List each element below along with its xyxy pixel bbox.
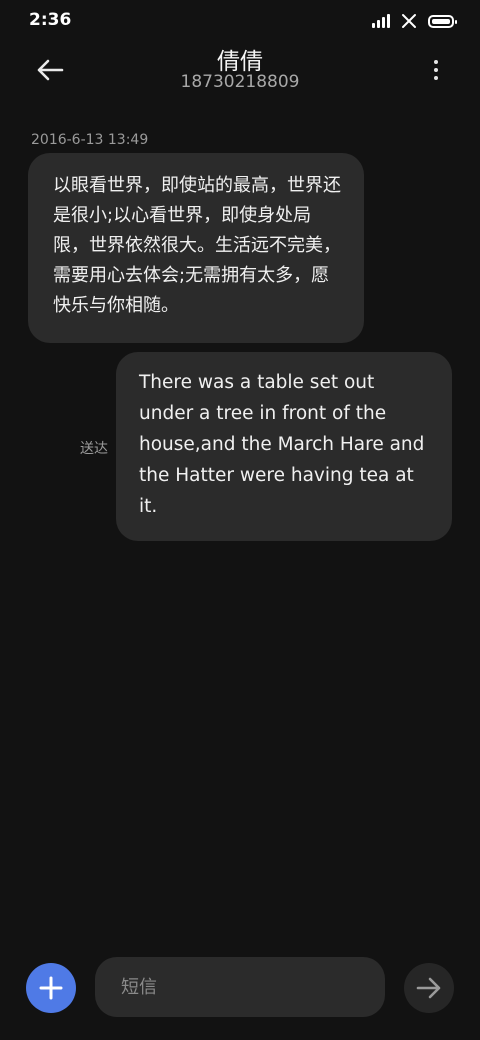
- message-timestamp: 2016-6-13 13:49: [31, 132, 149, 148]
- messaging-screen: 2:36 倩倩 18730218809 2016-6-13 13:49 以眼看世…: [0, 0, 480, 1040]
- delivery-status: 送达: [80, 441, 108, 457]
- plus-icon: [39, 976, 63, 1000]
- send-arrow-icon: [416, 977, 441, 999]
- incoming-message-bubble[interactable]: 以眼看世界，即使站的最高，世界还是很小;以心看世界，即使身处局限，世界依然很大。…: [28, 153, 364, 343]
- send-button[interactable]: [404, 963, 454, 1013]
- add-attachment-button[interactable]: [26, 963, 76, 1013]
- status-time: 2:36: [29, 10, 72, 30]
- more-options-button[interactable]: [428, 52, 444, 88]
- battery-icon: [428, 14, 457, 28]
- status-icons: [372, 12, 457, 30]
- status-bar: 2:36: [0, 0, 480, 40]
- message-input[interactable]: [95, 957, 385, 1017]
- more-vertical-icon: [434, 60, 438, 64]
- signal-icon: [372, 14, 390, 28]
- conversation-header: 倩倩 18730218809: [0, 40, 480, 100]
- outgoing-message-bubble[interactable]: There was a table set out under a tree i…: [116, 352, 452, 541]
- data-transfer-icon: [402, 14, 416, 28]
- contact-number: 18730218809: [180, 72, 300, 92]
- contact-name: 倩倩: [217, 49, 263, 75]
